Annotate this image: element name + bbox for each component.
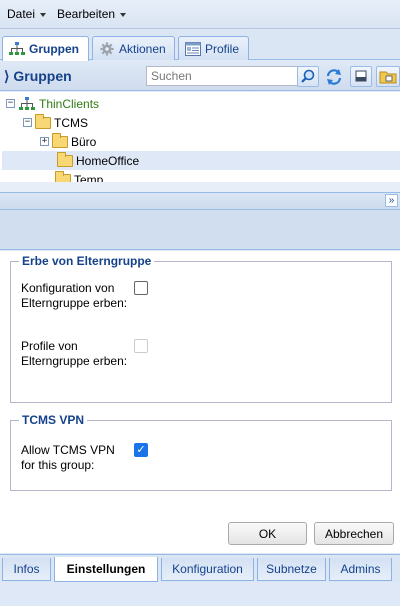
folder-view-button[interactable] — [376, 66, 400, 87]
menu-file[interactable]: Datei — [7, 7, 47, 21]
inherit-profiles-label: Profile von Elterngruppe erben: — [21, 339, 128, 368]
footer — [0, 582, 400, 606]
expand-icon[interactable]: + — [40, 137, 49, 146]
tab-aktionen-label: Aktionen — [119, 41, 166, 56]
tab-einstellungen-label: Einstellungen — [66, 562, 146, 576]
tab-gruppen[interactable]: Gruppen — [2, 36, 89, 61]
tree-node-label: Büro — [71, 134, 97, 149]
menu-edit-label: Bearbeiten — [57, 7, 116, 21]
chevron-down-icon — [120, 12, 127, 17]
collapse-icon[interactable]: − — [6, 99, 15, 108]
groups-panel-title: ⟩ Gruppen — [4, 68, 72, 84]
gear-icon — [100, 41, 114, 56]
cancel-button[interactable]: Abbrechen — [314, 522, 394, 545]
tree-node-tcms[interactable]: − TCMS — [0, 113, 400, 132]
tab-admins[interactable]: Admins — [329, 558, 392, 581]
tree-node-buero[interactable]: + Büro — [0, 132, 400, 151]
inherit-config-label: Konfiguration von Elterngruppe erben: — [21, 281, 128, 310]
search-icon — [301, 69, 315, 83]
tree-node-label: HomeOffice — [76, 153, 140, 168]
ok-button-label: OK — [258, 526, 277, 541]
vpn-legend: TCMS VPN — [22, 413, 85, 427]
tree-node-thinclients[interactable]: − ThinClients — [0, 94, 400, 113]
chevron-down-icon — [40, 12, 47, 17]
collapse-icon[interactable]: − — [23, 118, 32, 127]
inherit-config-checkbox[interactable] — [134, 281, 148, 295]
folder-icon — [52, 132, 68, 148]
refresh-button[interactable] — [324, 67, 344, 87]
inherit-fieldset: Erbe von Elterngruppe — [10, 254, 392, 403]
folder-open-icon — [35, 113, 51, 129]
tab-gruppen-label: Gruppen — [29, 42, 79, 56]
tab-aktionen[interactable]: Aktionen — [92, 36, 175, 60]
double-chevron-down-icon[interactable]: » — [385, 194, 398, 207]
folder-icon — [57, 151, 73, 167]
cancel-button-label: Abbrechen — [324, 526, 384, 541]
tree-node-temp[interactable]: Temp — [0, 170, 400, 182]
search-button[interactable] — [297, 66, 319, 87]
tab-konfiguration-label: Konfiguration — [172, 562, 243, 576]
group-tree: − ThinClients − TCMS + Büro HomeOffice T… — [0, 92, 400, 182]
tab-subnetze-label: Subnetze — [266, 562, 317, 576]
tab-infos-label: Infos — [13, 562, 40, 576]
tree-node-label: Temp — [74, 172, 104, 183]
tree-node-label: TCMS — [54, 115, 88, 130]
tree-node-homeoffice[interactable]: HomeOffice — [2, 151, 400, 170]
profile-card-icon — [185, 41, 201, 56]
tab-subnetze[interactable]: Subnetze — [257, 558, 326, 581]
refresh-icon — [326, 69, 342, 85]
tree-node-label: ThinClients — [39, 96, 100, 111]
groups-title-text: Gruppen — [13, 68, 72, 84]
tab-konfiguration[interactable]: Konfiguration — [161, 558, 254, 581]
folder-icon — [379, 71, 397, 84]
menu-file-label: Datei — [7, 7, 36, 21]
collapsed-panel-header — [0, 192, 400, 210]
tab-einstellungen[interactable]: Einstellungen — [54, 557, 158, 582]
tree-icon — [9, 42, 25, 55]
tab-admins-label: Admins — [340, 562, 381, 576]
tab-profile[interactable]: Profile — [178, 36, 249, 60]
tab-profile-label: Profile — [205, 41, 240, 56]
ok-button[interactable]: OK — [228, 522, 307, 545]
menu-edit[interactable]: Bearbeiten — [57, 7, 127, 21]
vpn-allow-label: Allow TCMS VPN for this group: — [21, 443, 115, 472]
tab-infos[interactable]: Infos — [2, 558, 51, 581]
search-input[interactable] — [146, 66, 298, 86]
window-icon — [355, 70, 367, 82]
folder-star-icon — [55, 170, 71, 182]
network-tree-icon — [19, 96, 35, 110]
collapsed-panel-body — [0, 210, 400, 250]
minimize-button[interactable] — [350, 66, 372, 87]
inherit-profiles-checkbox[interactable] — [134, 339, 148, 353]
splitter[interactable] — [0, 182, 400, 192]
vpn-allow-checkbox[interactable]: ✓ — [134, 443, 148, 457]
inherit-legend: Erbe von Elterngruppe — [22, 254, 152, 268]
